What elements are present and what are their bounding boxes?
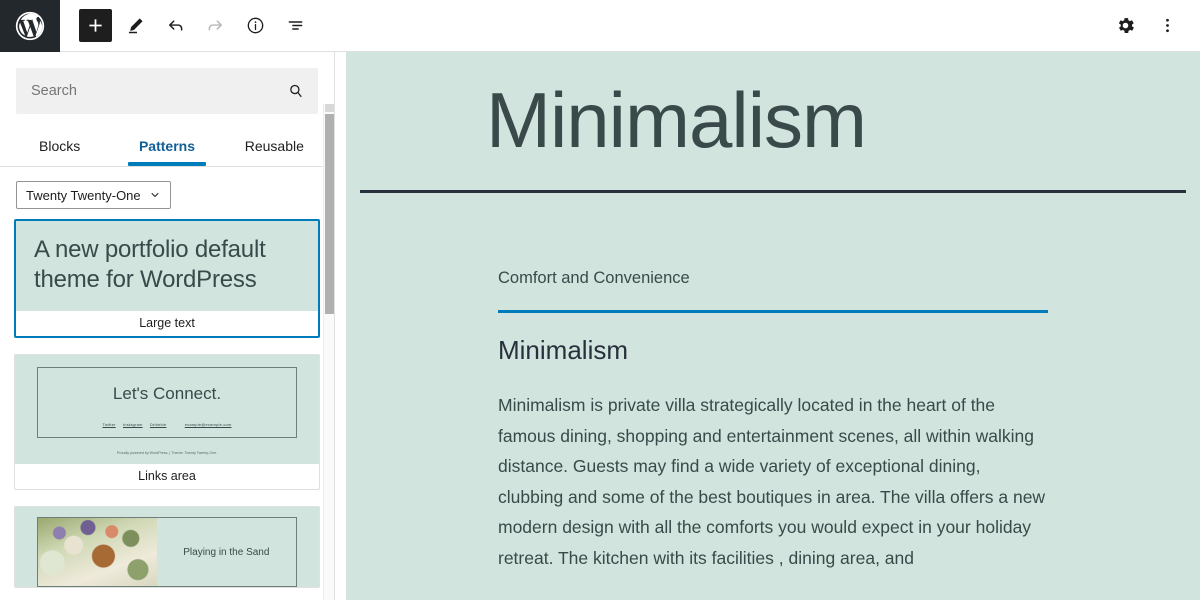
search-input[interactable] [17,83,317,99]
pattern-category-filter: Twenty Twenty-One [0,167,334,219]
link-instagram: Instagram [123,422,143,427]
post-content: Comfort and Convenience Minimalism Minim… [346,193,1200,574]
theme-select[interactable]: Twenty Twenty-One [16,181,171,209]
scrollbar-thumb[interactable] [325,114,334,314]
list-view-button[interactable] [276,7,314,45]
inserter-tabs: Blocks Patterns Reusable [0,128,334,166]
tab-blocks[interactable]: Blocks [6,128,113,166]
pattern-card-links-area[interactable]: Let's Connect. Twitter Instagram Dribbbl… [14,354,320,490]
undo-icon [165,15,186,36]
pattern-caption: Links area [15,464,319,489]
pattern-caption: Large text [16,311,318,336]
details-info-icon [245,15,266,36]
wordpress-logo-button[interactable] [0,0,60,52]
redo-icon [205,15,226,36]
undo-button[interactable] [156,7,194,45]
editor-top-toolbar [0,0,1200,52]
pattern-list: A new portfolio default theme for WordPr… [0,219,334,588]
pattern-preview-title: Let's Connect. [38,384,296,404]
search-icon [287,82,305,100]
link-dribbble: Dribbble [150,422,167,427]
pattern-preview: Playing in the Sand [15,517,319,587]
search-box[interactable] [16,68,318,114]
more-options-icon [1157,15,1178,36]
link-email: example@example.com [185,422,232,427]
more-options-button[interactable] [1148,7,1186,45]
pattern-preview-text: A new portfolio default theme for WordPr… [16,221,318,311]
pattern-preview-footer: Proudly powered by WordPress. | Theme: T… [15,444,319,464]
details-button[interactable] [236,7,274,45]
pattern-preview: Let's Connect. Twitter Instagram Dribbbl… [15,367,319,464]
section-heading[interactable]: Minimalism [498,335,1048,366]
impressionist-painting-thumbnail [38,518,157,586]
eyebrow-text[interactable]: Comfort and Convenience [498,193,1048,288]
pattern-card-media-text[interactable]: Playing in the Sand [14,506,320,588]
link-twitter: Twitter [103,422,116,427]
primary-tools [60,7,314,45]
pattern-preview-text: Playing in the Sand [157,518,296,586]
settings-gear-icon [1115,15,1136,36]
pattern-preview: A new portfolio default theme for WordPr… [16,221,318,311]
block-insertion-indicator [498,310,1048,313]
tab-reusable[interactable]: Reusable [221,128,328,166]
scrollbar-up-arrow[interactable] [325,104,334,112]
wordpress-logo-icon [13,9,47,43]
pattern-preview-links: Twitter Instagram Dribbble example@examp… [38,422,296,427]
body-paragraph[interactable]: Minimalism is private villa strategicall… [498,390,1048,574]
pattern-card-large-text[interactable]: A new portfolio default theme for WordPr… [14,219,320,338]
block-inserter-sidebar: Blocks Patterns Reusable Twenty Twenty-O… [0,52,335,600]
tab-patterns[interactable]: Patterns [113,128,220,166]
edit-mode-button[interactable] [116,7,154,45]
editor-canvas[interactable]: Minimalism Comfort and Convenience Minim… [346,52,1200,600]
add-block-button[interactable] [76,7,114,45]
settings-button[interactable] [1106,7,1144,45]
chevron-down-icon [149,189,161,201]
site-title[interactable]: Minimalism [346,52,1200,162]
redo-button [196,7,234,45]
secondary-tools [1106,7,1200,45]
list-view-icon [285,15,306,36]
sidebar-scrollbar[interactable] [323,104,334,600]
edit-pencil-icon [125,15,146,36]
theme-select-value: Twenty Twenty-One [26,188,141,203]
search-area [0,52,334,114]
